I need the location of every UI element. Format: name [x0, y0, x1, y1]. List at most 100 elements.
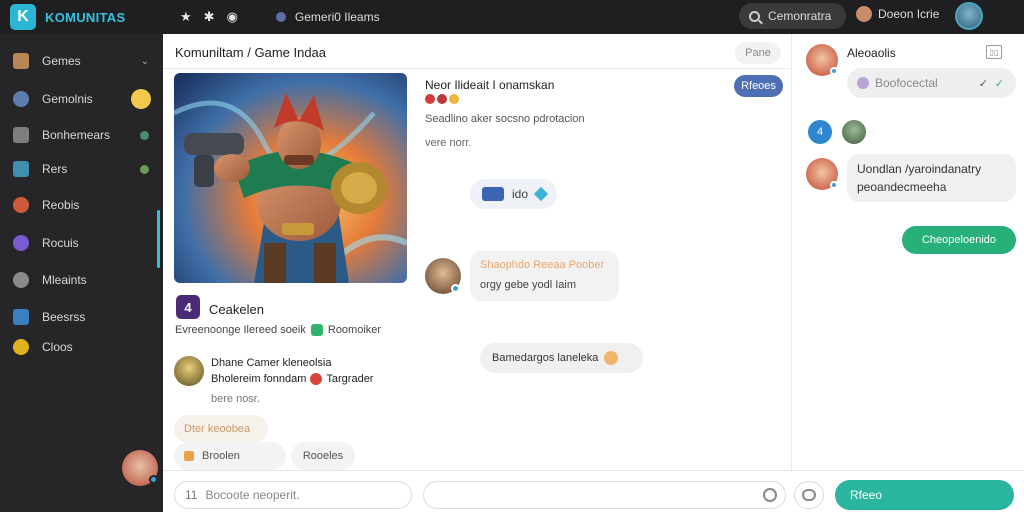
brand[interactable]: K KOMUNITAS: [10, 4, 170, 30]
game-icon: [275, 12, 286, 22]
post-subtitle: Seadlino aker socsno pdrotacion: [425, 113, 585, 125]
chat-action-button[interactable]: Cheopeloenido: [902, 226, 1016, 254]
status-dot: [140, 130, 149, 140]
events-icon: [13, 272, 29, 288]
rank-icon: [13, 161, 29, 177]
settings-icon[interactable]: ✱: [204, 9, 215, 25]
message-input-placeholder: Bocoote neoperit.: [205, 488, 300, 502]
message-bubble: Shaophdo Reeaa Poober orgy gebe yodl Iai…: [470, 251, 619, 301]
heart-icon: [425, 94, 435, 104]
chat-avatar[interactable]: [806, 44, 838, 76]
smile-icon: [449, 94, 459, 104]
sidebar-item-rewards[interactable]: Reobis: [0, 190, 163, 220]
page-title: Komuniltam / Game Indaa: [175, 45, 327, 60]
comment-meta: bere nosr.: [211, 393, 260, 405]
message-text: orgy gebe yodl Iaim: [480, 279, 576, 291]
emoji-icon: [857, 77, 869, 89]
emoji-icon[interactable]: [763, 488, 777, 502]
search-icon: [749, 10, 760, 22]
tag-pill[interactable]: Dter keoobea: [174, 415, 268, 443]
clock-icon[interactable]: ◉: [227, 9, 238, 25]
check-icon[interactable]: ✓: [995, 77, 1004, 90]
search-button[interactable]: Cemonratra: [739, 3, 846, 29]
input-icon: 11: [185, 488, 198, 502]
main-panel: Komuniltam / Game Indaa Pane Neor Ilidea…: [163, 34, 791, 470]
reply-bubble: Bamedargos laneleka: [480, 343, 643, 373]
game-artwork-image: [174, 73, 407, 283]
profile-avatar[interactable]: [955, 2, 983, 30]
sidebar-item-label: Reobis: [42, 198, 80, 212]
online-status-icon: [830, 67, 838, 75]
friend-avatar[interactable]: [842, 120, 866, 144]
sidebar-item-rank[interactable]: Rers: [0, 154, 163, 184]
fire-icon: [437, 94, 447, 104]
comment-text: Bholereim fonndam: [211, 373, 307, 385]
composer-bar: 11 Bocoote neoperit. Rfeeo: [163, 470, 1024, 512]
sidebar-user-avatar[interactable]: [122, 450, 158, 486]
action-pill[interactable]: Broolen: [174, 442, 286, 470]
message-input[interactable]: 11 Bocoote neoperit.: [174, 481, 412, 509]
pane-button[interactable]: Pane: [735, 42, 781, 64]
chat-icon: [802, 489, 816, 501]
community-icon: [13, 91, 29, 107]
attachment-chip[interactable]: ido: [470, 179, 557, 209]
app-tag: Roomoiker: [327, 324, 382, 336]
sidebar-item-resources[interactable]: Beesrss: [0, 302, 163, 332]
sidebar-item-label: Gemes: [42, 54, 81, 68]
chevron-down-icon[interactable]: ⌄: [141, 56, 149, 67]
sidebar-item-label: Gemolnis: [42, 92, 93, 106]
user-mini-avatar: [856, 6, 872, 22]
game-icon: [13, 53, 29, 69]
comment-tag: Targrader: [326, 373, 374, 385]
sidebar-item-groups[interactable]: Rocuis: [0, 228, 163, 258]
follow-button[interactable]: Rfeoes: [734, 75, 783, 97]
image-icon: [482, 187, 504, 201]
online-status-icon: [830, 181, 838, 189]
sidebar-scrollbar[interactable]: [157, 210, 160, 268]
game-switcher[interactable]: Gemeri0 Ileams: [275, 10, 380, 24]
tag-icon: [184, 451, 194, 461]
resources-icon: [13, 309, 29, 325]
comment-line: Bholereim fonndam Targrader: [211, 373, 373, 385]
user-label: Doeon Icrie: [878, 7, 940, 21]
post-author: Neor Ilideait I onamskan: [425, 78, 555, 92]
app-description: Evreenoonge Ilereed soeik Roomoiker: [175, 324, 381, 336]
sidebar-item-events[interactable]: Mleaints: [0, 265, 163, 295]
star-icon[interactable]: ★: [180, 9, 192, 25]
post-meta: vere norr.: [425, 137, 472, 149]
sidebar-item-label: Bonhemears: [42, 128, 111, 142]
commenter-avatar[interactable]: [174, 356, 204, 386]
user-menu[interactable]: Doeon Icrie: [856, 6, 939, 22]
sidebar-item-members[interactable]: Bonhemears: [0, 120, 163, 150]
sidebar-item-settings[interactable]: Cloos: [0, 332, 163, 362]
reply-pill[interactable]: Rooeles: [291, 442, 355, 470]
chat-avatar[interactable]: [806, 158, 838, 190]
message-avatar[interactable]: [425, 258, 461, 294]
chat-bubble-button[interactable]: [794, 481, 824, 509]
app-icon[interactable]: 4: [176, 295, 200, 319]
share-icon[interactable]: 4: [808, 120, 832, 144]
message-title: Shaophdo Reeaa Poober: [480, 259, 605, 271]
sidebar-item-community[interactable]: Gemolnis: [0, 84, 163, 114]
online-status-icon: [149, 475, 158, 484]
app-name[interactable]: Ceakelen: [209, 302, 264, 317]
badge-icon: [310, 373, 323, 385]
pin-icon[interactable]: ▯▯: [986, 45, 1002, 59]
notification-badge: [131, 89, 151, 109]
chat-panel: Aleoaolis ▯▯ Boofocectal ✓ ✓ 4 Uondlan /…: [791, 34, 1024, 470]
check-icon[interactable]: ✓: [979, 77, 988, 90]
groups-icon: [13, 235, 29, 251]
chat-input[interactable]: [423, 481, 786, 509]
post-reactions[interactable]: [425, 94, 459, 104]
brand-name: KOMUNITAS: [45, 9, 126, 25]
settings-icon: [13, 339, 29, 355]
game-artwork[interactable]: [174, 73, 407, 283]
tag-icon: [310, 324, 323, 336]
game-label: Gemeri0 Ileams: [294, 10, 380, 24]
send-button[interactable]: Rfeeo: [835, 480, 1014, 510]
sidebar-item-games[interactable]: Gemes ⌄: [0, 46, 163, 76]
brand-logo: K: [10, 4, 36, 30]
chat-quick-text: Boofocectal: [875, 76, 938, 90]
online-status-icon: [451, 284, 460, 293]
chat-quick-input[interactable]: Boofocectal ✓ ✓: [847, 68, 1016, 98]
